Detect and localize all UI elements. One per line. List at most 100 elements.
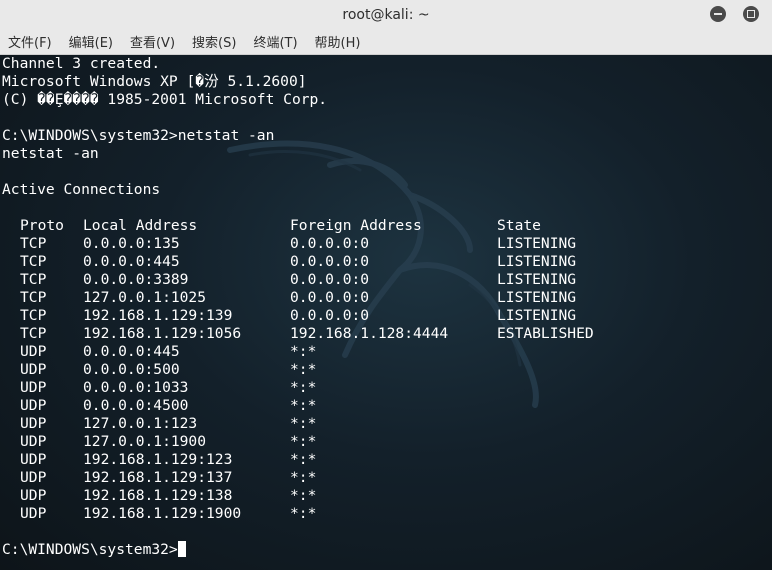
terminal-window: root@kali: ~ 文件(F) 编辑(E) 查看(V) 搜索(S) 终端(…	[0, 0, 772, 570]
cell-proto: TCP	[20, 289, 47, 306]
cell-local-address: 0.0.0.0:4500	[83, 397, 189, 414]
cell-local-address: 0.0.0.0:500	[83, 361, 180, 378]
cell-foreign-address: *:*	[290, 397, 317, 414]
terminal-line: netstat -an	[2, 145, 99, 162]
command-prompt[interactable]: C:\WINDOWS\system32>	[2, 541, 594, 559]
menu-file[interactable]: 文件(F)	[8, 32, 52, 51]
maximize-icon[interactable]	[743, 6, 759, 22]
cell-foreign-address: 0.0.0.0:0	[290, 289, 370, 306]
title-bar[interactable]: root@kali: ~	[0, 0, 772, 29]
cell-foreign-address: *:*	[290, 469, 317, 486]
cell-state: LISTENING	[497, 253, 577, 270]
cell-local-address: 0.0.0.0:3389	[83, 271, 189, 288]
cell-proto: UDP	[20, 343, 47, 360]
cell-proto: UDP	[20, 487, 47, 504]
cell-foreign-address: 0.0.0.0:0	[290, 235, 370, 252]
menu-help[interactable]: 帮助(H)	[315, 32, 361, 51]
connection-row: UDP 192.168.1.129:123 *:*	[2, 451, 594, 469]
menu-search[interactable]: 搜索(S)	[192, 32, 236, 51]
terminal-line: Active Connections	[2, 181, 161, 198]
cell-local-address: 192.168.1.129:139	[83, 307, 233, 324]
cell-proto: TCP	[20, 253, 47, 270]
cell-proto: UDP	[20, 433, 47, 450]
cell-local-address: 0.0.0.0:135	[83, 235, 180, 252]
cell-proto: UDP	[20, 397, 47, 414]
terminal-line: C:\WINDOWS\system32>netstat -an	[2, 127, 275, 144]
connection-row: UDP 127.0.0.1:1900 *:*	[2, 433, 594, 451]
connection-row: UDP 192.168.1.129:1900 *:*	[2, 505, 594, 523]
cell-foreign-address: *:*	[290, 433, 317, 450]
terminal-output-area[interactable]: Channel 3 created. Microsoft Windows XP […	[0, 55, 772, 570]
connection-row: UDP 192.168.1.129:137 *:*	[2, 469, 594, 487]
cell-local-address: 192.168.1.129:123	[83, 451, 233, 468]
terminal-line: (C) ��Ȩ���� 1985-2001 Microsoft Corp.	[2, 91, 328, 108]
window-title: root@kali: ~	[342, 6, 430, 23]
connection-row: TCP 0.0.0.0:445 0.0.0.0:0 LISTENING	[2, 253, 594, 271]
cell-proto: UDP	[20, 361, 47, 378]
connection-row: UDP 127.0.0.1:123 *:*	[2, 415, 594, 433]
cell-proto: UDP	[20, 451, 47, 468]
terminal-text: Channel 3 created. Microsoft Windows XP […	[2, 55, 594, 559]
cell-local-address: 127.0.0.1:1025	[83, 289, 207, 306]
cell-local-address: 192.168.1.129:1900	[83, 505, 242, 522]
cell-foreign-address: *:*	[290, 379, 317, 396]
cell-foreign-address: *:*	[290, 361, 317, 378]
cell-local-address: 0.0.0.0:445	[83, 253, 180, 270]
cell-proto: TCP	[20, 271, 47, 288]
cell-foreign-address: *:*	[290, 343, 317, 360]
header-foreign-address: Foreign Address	[290, 217, 422, 234]
prompt-text: C:\WINDOWS\system32>	[2, 541, 178, 558]
cell-proto: TCP	[20, 235, 47, 252]
cell-state: LISTENING	[497, 307, 577, 324]
cell-local-address: 192.168.1.129:1056	[83, 325, 242, 342]
cell-proto: UDP	[20, 415, 47, 432]
connection-row: UDP 0.0.0.0:4500 *:*	[2, 397, 594, 415]
header-state: State	[497, 217, 541, 234]
connection-row: TCP 127.0.0.1:1025 0.0.0.0:0 LISTENING	[2, 289, 594, 307]
cell-local-address: 127.0.0.1:1900	[83, 433, 207, 450]
connection-row: UDP 192.168.1.129:138 *:*	[2, 487, 594, 505]
connection-row: UDP 0.0.0.0:445 *:*	[2, 343, 594, 361]
cell-proto: TCP	[20, 325, 47, 342]
cell-foreign-address: *:*	[290, 487, 317, 504]
cell-state: LISTENING	[497, 271, 577, 288]
cell-foreign-address: 0.0.0.0:0	[290, 271, 370, 288]
cell-local-address: 192.168.1.129:137	[83, 469, 233, 486]
menu-terminal[interactable]: 终端(T)	[253, 32, 297, 51]
connection-row: TCP 0.0.0.0:3389 0.0.0.0:0 LISTENING	[2, 271, 594, 289]
cell-foreign-address: 0.0.0.0:0	[290, 307, 370, 324]
connections-table-header: Proto Local Address Foreign Address State	[2, 217, 594, 235]
connection-row: TCP 192.168.1.129:139 0.0.0.0:0 LISTENING	[2, 307, 594, 325]
cell-proto: UDP	[20, 469, 47, 486]
cell-proto: TCP	[20, 307, 47, 324]
connection-row: UDP 0.0.0.0:1033 *:*	[2, 379, 594, 397]
cell-state: LISTENING	[497, 289, 577, 306]
terminal-line: Channel 3 created.	[2, 55, 161, 72]
menu-view[interactable]: 查看(V)	[130, 32, 175, 51]
text-cursor	[177, 541, 186, 557]
cell-state: ESTABLISHED	[497, 325, 594, 342]
menu-edit[interactable]: 编辑(E)	[69, 32, 113, 51]
cell-proto: UDP	[20, 379, 47, 396]
cell-local-address: 0.0.0.0:1033	[83, 379, 189, 396]
cell-local-address: 192.168.1.129:138	[83, 487, 233, 504]
cell-foreign-address: *:*	[290, 451, 317, 468]
header-proto: Proto	[20, 217, 64, 234]
cell-local-address: 0.0.0.0:445	[83, 343, 180, 360]
cell-proto: UDP	[20, 505, 47, 522]
connection-row: TCP 192.168.1.129:1056 192.168.1.128:4444 E…	[2, 325, 594, 343]
header-local-address: Local Address	[83, 217, 198, 234]
cell-foreign-address: *:*	[290, 505, 317, 522]
cell-local-address: 127.0.0.1:123	[83, 415, 198, 432]
cell-foreign-address: *:*	[290, 415, 317, 432]
minimize-icon[interactable]	[710, 6, 726, 22]
cell-foreign-address: 0.0.0.0:0	[290, 253, 370, 270]
cell-foreign-address: 192.168.1.128:4444	[290, 325, 449, 342]
connection-row: TCP 0.0.0.0:135 0.0.0.0:0 LISTENING	[2, 235, 594, 253]
cell-state: LISTENING	[497, 235, 577, 252]
connection-row: UDP 0.0.0.0:500 *:*	[2, 361, 594, 379]
